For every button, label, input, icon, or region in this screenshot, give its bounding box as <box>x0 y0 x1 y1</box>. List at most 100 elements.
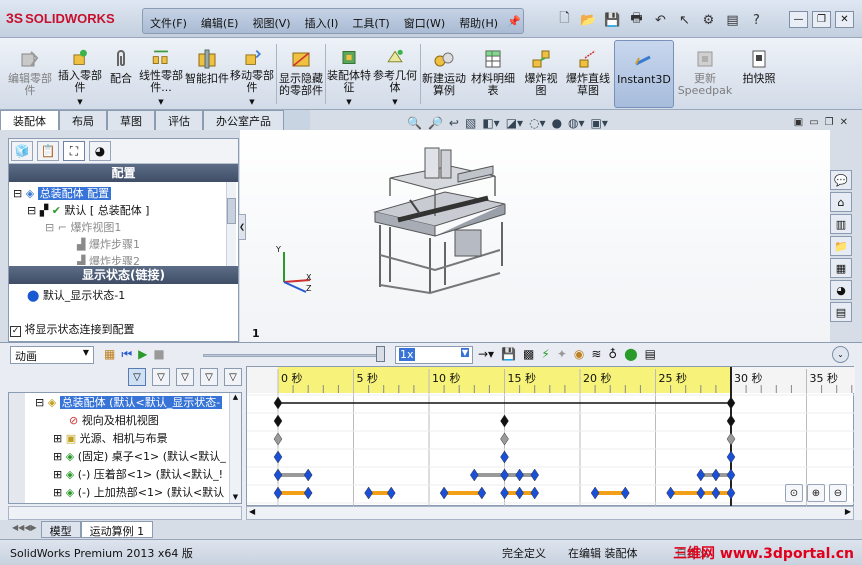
take-snapshot-button[interactable]: 拍快照 <box>737 40 781 108</box>
select-pointer-icon[interactable]: ↖ <box>674 10 695 30</box>
close-viewport-icon[interactable]: ✕ <box>840 117 848 128</box>
motion-tree-item-orientation[interactable]: ⊘ 视向及相机视图 <box>69 412 159 430</box>
rebuild-icon[interactable]: ⚙ <box>698 10 719 30</box>
linear-pattern-button[interactable]: 线性零部件... ▼ <box>139 40 183 108</box>
tab-evaluate[interactable]: 评估 <box>155 110 203 130</box>
contact-icon[interactable]: ♁ <box>608 347 617 361</box>
save-icon[interactable]: 💾 <box>602 10 623 30</box>
minimize-icon[interactable]: — <box>789 11 808 28</box>
link-display-state-checkbox[interactable]: ✓ 将显示状态连接到配置 <box>10 321 135 337</box>
spring-icon[interactable]: ≋ <box>591 347 601 361</box>
dropdown-arrow-icon[interactable]: ▼ <box>346 96 351 108</box>
tab-layout[interactable]: 布局 <box>59 110 107 130</box>
solidworks-resources-icon[interactable]: 💬 <box>830 170 852 190</box>
filter-animated-icon[interactable]: ▽ <box>128 368 146 386</box>
tree-item-default-config[interactable]: ⊟ ▞ ✔ 默认 [ 总装配体 ] <box>27 202 149 218</box>
dropdown-arrow-icon[interactable]: ▼ <box>77 96 82 108</box>
gravity-icon[interactable]: ⬤ <box>624 347 637 361</box>
filter-results-icon[interactable]: ▽ <box>200 368 218 386</box>
motion-tree-scrollbar[interactable]: ▲ ▼ <box>229 393 241 503</box>
tab-sketch[interactable]: 草图 <box>107 110 155 130</box>
calculate-icon[interactable]: ▦ <box>104 347 115 362</box>
display-state-item[interactable]: ⬤ 默认_显示状态-1 <box>27 287 125 303</box>
motor-icon[interactable]: ◉ <box>574 347 584 361</box>
pin-menu-icon[interactable]: 📌 <box>505 9 523 33</box>
view-settings-icon[interactable]: ▣▾ <box>591 116 608 130</box>
zoom-in-icon[interactable]: ⊕ <box>807 484 825 502</box>
feature-manager-tab-icon[interactable]: 🧊 <box>11 141 33 161</box>
zoom-to-area-icon[interactable]: 🔎 <box>428 116 443 130</box>
collapse-motion-manager-icon[interactable]: ⌄ <box>832 346 849 363</box>
autokey-icon[interactable]: ⚡ <box>541 347 549 361</box>
tile-icon[interactable]: ▣ <box>794 117 803 128</box>
zoom-to-fit-icon[interactable]: ⊙ <box>785 484 803 502</box>
view-palette-icon[interactable]: ▦ <box>830 258 852 278</box>
edit-appearance-icon[interactable]: ● <box>552 116 562 130</box>
new-motion-study-button[interactable]: 新建运动算例 <box>422 40 466 108</box>
explode-line-sketch-button[interactable]: 爆炸直线草图 <box>566 40 610 108</box>
dropdown-arrow-icon[interactable]: ▼ <box>158 96 163 108</box>
playback-slider-handle[interactable] <box>376 346 385 362</box>
display-style-icon[interactable]: ◪▾ <box>506 116 523 130</box>
print-icon[interactable]: 🖶 <box>626 10 647 30</box>
display-manager-tab-icon[interactable]: ◕ <box>89 141 111 161</box>
playback-mode-icon[interactable]: →▾ <box>478 347 494 361</box>
filter-clear-icon[interactable]: ▽ <box>224 368 242 386</box>
motion-tree-item-heater[interactable]: ⊞ ◈ (-) 上加热部<1> (默认<默认 <box>53 484 224 502</box>
tab-motion-study-1[interactable]: 运动算例 1 <box>80 521 154 538</box>
motion-tree-item-assembly[interactable]: ⊟ ◈ 总装配体 (默认<默认_显示状态- <box>35 394 223 412</box>
edit-component-button[interactable]: 编辑零部件 <box>8 40 52 108</box>
reference-geometry-button[interactable]: 参考几何体 ▼ <box>372 40 418 108</box>
dropdown-arrow-icon[interactable]: ▼ <box>249 96 254 108</box>
undo-icon[interactable]: ↶ <box>650 10 671 30</box>
assembly-features-button[interactable]: 装配体特征 ▼ <box>327 40 371 108</box>
insert-component-button[interactable]: 插入零部件 ▼ <box>57 40 103 108</box>
motion-tree-item-lights[interactable]: ⊞ ▣ 光源、相机与布景 <box>53 430 168 448</box>
home-icon[interactable]: ⌂ <box>830 192 852 212</box>
exploded-view-button[interactable]: 爆炸视图 <box>520 40 562 108</box>
tree-item-explode-step-1[interactable]: ▟ 爆炸步骤1 <box>77 236 140 252</box>
tab-assembly[interactable]: 装配体 <box>0 110 59 130</box>
scroll-left-icon[interactable]: ◀ <box>249 507 255 516</box>
playback-slider-track[interactable] <box>203 354 383 357</box>
menu-tools[interactable]: 工具(T) <box>345 9 396 33</box>
graphics-area[interactable]: Y X Z 1 <box>240 130 830 342</box>
results-plots-icon[interactable]: ▤ <box>645 347 656 361</box>
menu-edit[interactable]: 编辑(E) <box>194 9 246 33</box>
tab-navigation[interactable]: ◀◀◀▶ <box>8 521 41 538</box>
restore-viewport-icon[interactable]: ❐ <box>825 117 834 128</box>
file-explorer-icon[interactable]: 📁 <box>830 236 852 256</box>
menu-insert[interactable]: 插入(I) <box>298 9 346 33</box>
motion-tree-item-press[interactable]: ⊞ ◈ (-) 压着部<1> (默认<默认_! <box>53 466 223 484</box>
tree-scrollbar[interactable] <box>226 182 236 266</box>
custom-properties-icon[interactable]: ▤ <box>830 302 852 322</box>
apply-scene-icon[interactable]: ◍▾ <box>568 116 585 130</box>
configuration-manager-tab-icon[interactable]: ⛶ <box>63 141 85 161</box>
scroll-right-icon[interactable]: ▶ <box>845 507 851 516</box>
hide-show-items-icon[interactable]: ◌▾ <box>529 116 546 130</box>
timeline-horizontal-scrollbar[interactable]: ◀ ▶ <box>246 506 854 520</box>
bill-of-materials-button[interactable]: 材料明细表 <box>470 40 516 108</box>
menu-file[interactable]: 文件(F) <box>143 9 194 33</box>
menu-view[interactable]: 视图(V) <box>245 9 297 33</box>
stop-icon[interactable]: ■ <box>153 347 164 362</box>
open-folder-icon[interactable]: 📂 <box>578 10 599 30</box>
minimize-viewport-icon[interactable]: ▭ <box>809 117 818 128</box>
show-hidden-components-button[interactable]: 显示隐藏的零部件 <box>279 40 323 108</box>
tree-item-root[interactable]: ⊟ ◈ 总装配体 配置 <box>13 185 112 201</box>
menu-help[interactable]: 帮助(H) <box>452 9 505 33</box>
tree-item-explode-view[interactable]: ⊟ ⌐ 爆炸视图1 <box>45 219 121 235</box>
add-key-icon[interactable]: ✦ <box>557 347 567 361</box>
property-manager-tab-icon[interactable]: 📋 <box>37 141 59 161</box>
appearances-icon[interactable]: ◕ <box>830 280 852 300</box>
dropdown-arrow-icon[interactable]: ▼ <box>392 96 397 108</box>
timeline[interactable]: 0 秒 5 秒 10 秒 15 秒 20 秒 25 秒 30 秒 35 秒 <box>246 366 855 507</box>
collapse-panel-handle[interactable]: ❮ <box>238 214 246 240</box>
solidworks-logo[interactable]: 3S SOLIDWORKS <box>6 10 115 26</box>
play-icon[interactable]: ▶ <box>138 347 147 362</box>
previous-view-icon[interactable]: ↩ <box>449 116 459 130</box>
new-document-icon[interactable]: 🗋 <box>554 10 575 30</box>
study-type-select[interactable]: 动画 ▼ <box>10 346 94 364</box>
filter-selected-icon[interactable]: ▽ <box>176 368 194 386</box>
design-library-icon[interactable]: ▥ <box>830 214 852 234</box>
